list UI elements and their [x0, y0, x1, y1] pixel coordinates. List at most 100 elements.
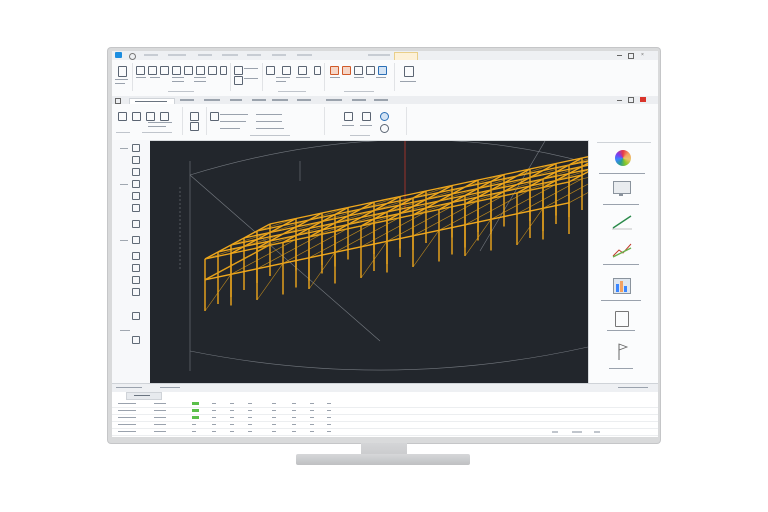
measure-icon[interactable]	[330, 66, 339, 75]
annotate-icon[interactable]	[132, 312, 140, 320]
floor-beam[interactable]	[269, 254, 284, 263]
show-icon[interactable]	[132, 264, 140, 272]
tab-schedule[interactable]	[272, 99, 288, 101]
slab-icon[interactable]	[282, 66, 291, 75]
floor-beam[interactable]	[230, 258, 245, 267]
property-icon[interactable]	[210, 112, 219, 121]
floor-beam[interactable]	[334, 236, 349, 245]
close-button[interactable]: ×	[641, 53, 647, 58]
load-icon[interactable]	[132, 204, 140, 212]
shield-icon[interactable]	[380, 112, 389, 121]
panel-minimize-button[interactable]	[617, 97, 623, 102]
select-icon[interactable]	[184, 66, 193, 75]
floor-beam[interactable]	[321, 243, 336, 252]
floor-beam[interactable]	[399, 218, 414, 227]
move-icon[interactable]	[196, 66, 205, 75]
grid-icon[interactable]	[298, 66, 307, 75]
tab-elevation[interactable]	[204, 99, 220, 101]
floor-beam[interactable]	[295, 249, 310, 257]
tab-section[interactable]	[230, 99, 242, 101]
brace-icon[interactable]	[266, 66, 275, 75]
new-file-icon[interactable]	[118, 66, 127, 77]
export-icon[interactable]	[404, 66, 414, 77]
render-icon[interactable]	[354, 66, 363, 75]
floor-beam[interactable]	[490, 203, 505, 212]
girt-member[interactable]	[568, 195, 583, 204]
tab-render[interactable]	[352, 99, 366, 101]
floor-beam[interactable]	[373, 224, 388, 232]
panel-close-button[interactable]	[640, 97, 646, 102]
view-icon[interactable]	[118, 112, 127, 121]
floor-beam[interactable]	[321, 235, 336, 243]
level-icon[interactable]	[314, 66, 321, 75]
floor-beam[interactable]	[451, 216, 466, 224]
filter-icon[interactable]	[190, 122, 199, 131]
tab-addins[interactable]	[297, 54, 312, 56]
floor-beam[interactable]	[347, 238, 362, 246]
floor-beam[interactable]	[568, 178, 583, 187]
floor-beam[interactable]	[412, 220, 427, 228]
tab-modify[interactable]	[368, 54, 390, 56]
floor-beam[interactable]	[308, 242, 323, 250]
rotate-icon[interactable]	[208, 66, 217, 75]
minimize-button[interactable]	[617, 55, 622, 56]
floor-beam[interactable]	[282, 247, 297, 256]
app-logo-icon[interactable]	[115, 52, 122, 58]
pan-icon[interactable]	[132, 112, 141, 121]
floor-beam[interactable]	[438, 214, 453, 223]
floor-beam[interactable]	[425, 213, 440, 221]
panel-icon[interactable]	[609, 308, 635, 330]
tab-annotate[interactable]	[222, 54, 238, 56]
material-icon[interactable]	[366, 66, 375, 75]
layer-icon[interactable]	[190, 112, 199, 121]
pagination-control[interactable]	[552, 430, 612, 434]
tab-structure[interactable]	[168, 54, 186, 56]
floor-beam[interactable]	[295, 240, 310, 249]
bar-chart-icon[interactable]	[609, 274, 635, 296]
tab-detail[interactable]	[297, 99, 311, 101]
tab-view[interactable]	[247, 54, 261, 56]
floor-beam[interactable]	[477, 202, 492, 210]
floor-beam[interactable]	[386, 225, 401, 234]
floor-beam[interactable]	[568, 187, 583, 195]
floor-beam[interactable]	[399, 227, 414, 235]
member-icon[interactable]	[132, 180, 140, 188]
save-icon[interactable]	[148, 66, 157, 75]
floor-beam[interactable]	[555, 194, 570, 202]
section-icon[interactable]	[342, 66, 351, 75]
flag-icon[interactable]	[609, 340, 635, 362]
snap-icon[interactable]	[344, 112, 353, 121]
zoom-icon[interactable]	[146, 112, 155, 121]
floor-beam[interactable]	[243, 260, 258, 268]
lock-icon[interactable]	[362, 112, 371, 121]
line-icon[interactable]	[132, 156, 140, 164]
tab-3d-view[interactable]	[129, 97, 175, 104]
floor-beam[interactable]	[477, 210, 492, 219]
person-icon[interactable]	[380, 124, 389, 133]
column-icon[interactable]	[234, 76, 243, 85]
isolate-icon[interactable]	[132, 276, 140, 284]
floor-beam[interactable]	[529, 191, 544, 199]
floor-beam[interactable]	[516, 198, 531, 206]
tab-legend[interactable]	[326, 99, 342, 101]
cursor-icon[interactable]	[132, 144, 140, 152]
support-icon[interactable]	[132, 192, 140, 200]
floor-beam[interactable]	[373, 232, 388, 241]
line-chart-icon[interactable]	[609, 210, 635, 232]
floor-beam[interactable]	[503, 196, 518, 205]
beam-icon[interactable]	[234, 66, 243, 75]
floor-beam[interactable]	[451, 207, 466, 216]
trend-chart-icon[interactable]	[609, 238, 635, 260]
3d-viewport[interactable]	[150, 141, 588, 383]
monitor-preview-icon[interactable]	[609, 178, 635, 200]
open-icon[interactable]	[136, 66, 145, 75]
analysis-icon[interactable]	[378, 66, 387, 75]
floor-beam[interactable]	[360, 231, 375, 239]
redo-icon[interactable]	[172, 66, 181, 75]
tab-analyze[interactable]	[198, 54, 212, 56]
floor-beam[interactable]	[217, 265, 232, 274]
floor-beam[interactable]	[256, 253, 271, 261]
panel-restore-button[interactable]	[628, 97, 634, 103]
tab-home[interactable]	[144, 54, 158, 56]
tab-plan[interactable]	[180, 99, 194, 101]
